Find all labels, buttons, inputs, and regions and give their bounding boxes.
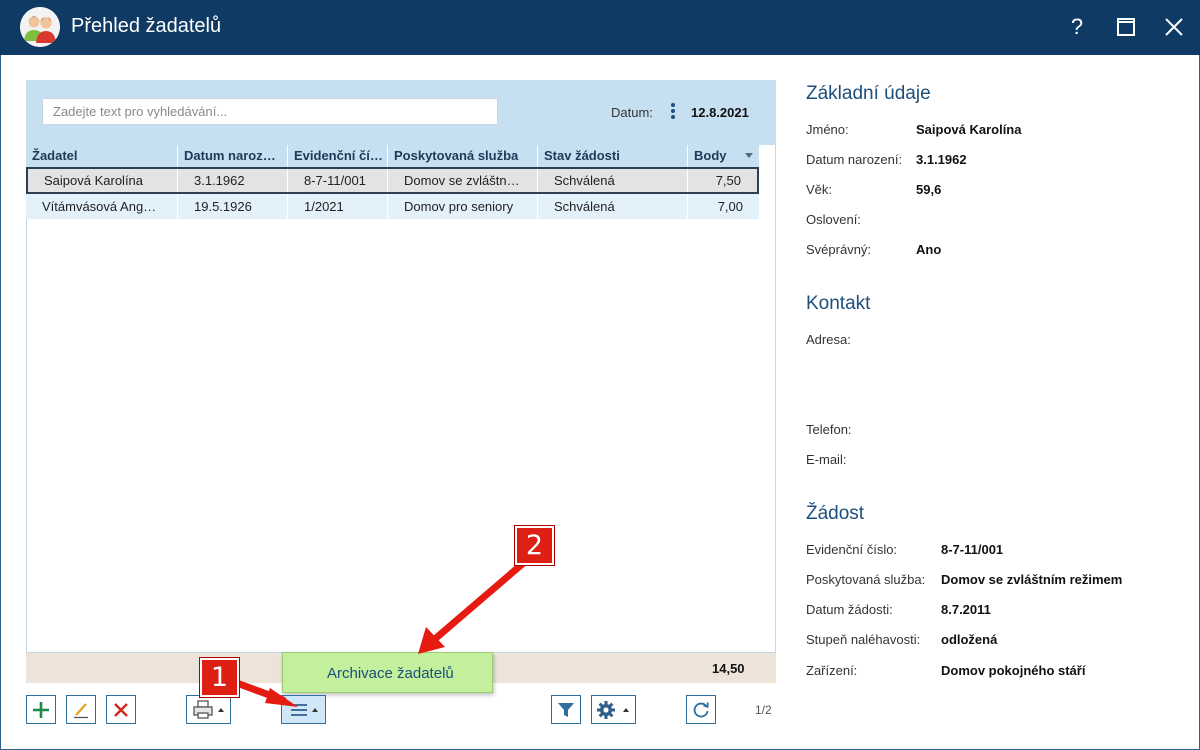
label-reg-number: Evidenční číslo: [806, 542, 898, 557]
title-bar: Přehled žadatelů ? [0, 0, 1200, 55]
menu-item-archive-applicants[interactable]: Archivace žadatelů [327, 665, 454, 682]
label-phone: Telefon: [806, 422, 852, 437]
add-icon [33, 701, 49, 718]
cell-status: Schválená [538, 194, 688, 219]
search-input[interactable] [42, 98, 498, 125]
section-title-request: Žádost [806, 503, 865, 524]
add-button[interactable] [26, 695, 56, 724]
value-urgency: odložená [941, 632, 998, 647]
value-reg-number: 8-7-11/001 [941, 542, 1004, 557]
gear-icon [596, 700, 629, 719]
label-request-date: Datum žádosti: [806, 602, 893, 617]
cell-applicant: Vítámvásová Ang… [26, 194, 178, 219]
refresh-icon [693, 701, 709, 717]
column-header-applicant[interactable]: Žadatel [26, 145, 178, 167]
maximize-button[interactable] [1110, 11, 1142, 43]
label-name: Jméno: [806, 122, 849, 137]
cell-service: Domov se zvláštn… [388, 169, 538, 192]
maximize-icon [1117, 18, 1135, 36]
date-value[interactable]: 12.8.2021 [691, 105, 749, 120]
cell-applicant: Saipová Karolína [28, 169, 178, 192]
cell-service: Domov pro seniory [388, 194, 538, 219]
label-service: Poskytovaná služba: [806, 572, 926, 587]
delete-icon [114, 702, 128, 717]
filter-button[interactable] [551, 695, 581, 724]
more-options-icon[interactable] [668, 103, 678, 121]
cell-birth-date: 19.5.1926 [178, 194, 288, 219]
column-header-birth-date[interactable]: Datum naroz… [178, 145, 288, 167]
label-facility: Zařízení: [806, 663, 858, 678]
value-name: Saipová Karolína [916, 122, 1022, 137]
column-header-status[interactable]: Stav žádosti [538, 145, 688, 167]
edit-button[interactable] [66, 695, 96, 724]
cell-status: Schválená [538, 169, 688, 192]
points-total: 14,50 [712, 661, 745, 676]
label-email: E-mail: [806, 452, 847, 467]
label-urgency: Stupeň naléhavosti: [806, 632, 921, 647]
label-salutation: Oslovení: [806, 212, 861, 227]
callout-badge-1: 1 [200, 658, 239, 697]
label-age: Věk: [806, 182, 833, 197]
label-birth-date: Datum narození: [806, 152, 903, 167]
value-legal-capacity: Ano [916, 242, 942, 257]
value-request-date: 8.7.2011 [941, 602, 991, 617]
cell-points: 7,50 [715, 173, 741, 188]
cell-reg-number: 1/2021 [288, 194, 388, 219]
date-label: Datum: [611, 105, 653, 120]
cell-birth-date: 3.1.1962 [178, 169, 288, 192]
filter-icon [558, 702, 574, 717]
value-birth-date: 3.1.1962 [916, 152, 967, 167]
refresh-button[interactable] [686, 695, 716, 724]
help-button[interactable]: ? [1061, 11, 1093, 43]
delete-button[interactable] [106, 695, 136, 724]
grid-column-headers: Žadatel Datum naroz… Evidenční čí… Posky… [26, 145, 759, 167]
column-header-service[interactable]: Poskytovaná služba [388, 145, 538, 167]
close-button[interactable] [1158, 11, 1190, 43]
column-header-reg-number[interactable]: Evidenční čí… [288, 145, 388, 167]
label-legal-capacity: Svéprávný: [806, 242, 872, 257]
edit-icon [74, 702, 88, 718]
label-address: Adresa: [806, 332, 851, 347]
callout-badge-2: 2 [515, 526, 554, 565]
close-icon [1165, 18, 1183, 36]
table-row[interactable]: Vítámvásová Ang… 19.5.1926 1/2021 Domov … [26, 194, 759, 219]
sort-desc-icon [745, 153, 753, 158]
menu-icon [290, 703, 318, 716]
column-header-points[interactable]: Body [688, 145, 759, 167]
settings-button[interactable] [591, 695, 636, 724]
cell-reg-number: 8-7-11/001 [288, 169, 388, 192]
value-age: 59,6 [916, 182, 942, 197]
print-button[interactable] [186, 695, 231, 724]
window-title: Přehled žadatelů [71, 15, 222, 37]
value-service: Domov se zvláštním režimem [941, 572, 1123, 587]
section-title-contact: Kontakt [806, 293, 871, 314]
actions-popup-menu: Archivace žadatelů [282, 652, 493, 693]
print-icon [192, 699, 224, 719]
value-facility: Domov pokojného stáří [941, 663, 1086, 678]
section-title-basic: Základní údaje [806, 83, 931, 104]
applicants-grid [26, 145, 776, 653]
more-actions-button[interactable] [281, 695, 326, 724]
pager-indicator: 1/2 [755, 703, 772, 717]
users-icon [20, 7, 60, 47]
column-header-points-label: Body [694, 148, 727, 163]
cell-points: 7,00 [717, 199, 743, 214]
table-row[interactable]: Saipová Karolína 3.1.1962 8-7-11/001 Dom… [26, 167, 759, 194]
